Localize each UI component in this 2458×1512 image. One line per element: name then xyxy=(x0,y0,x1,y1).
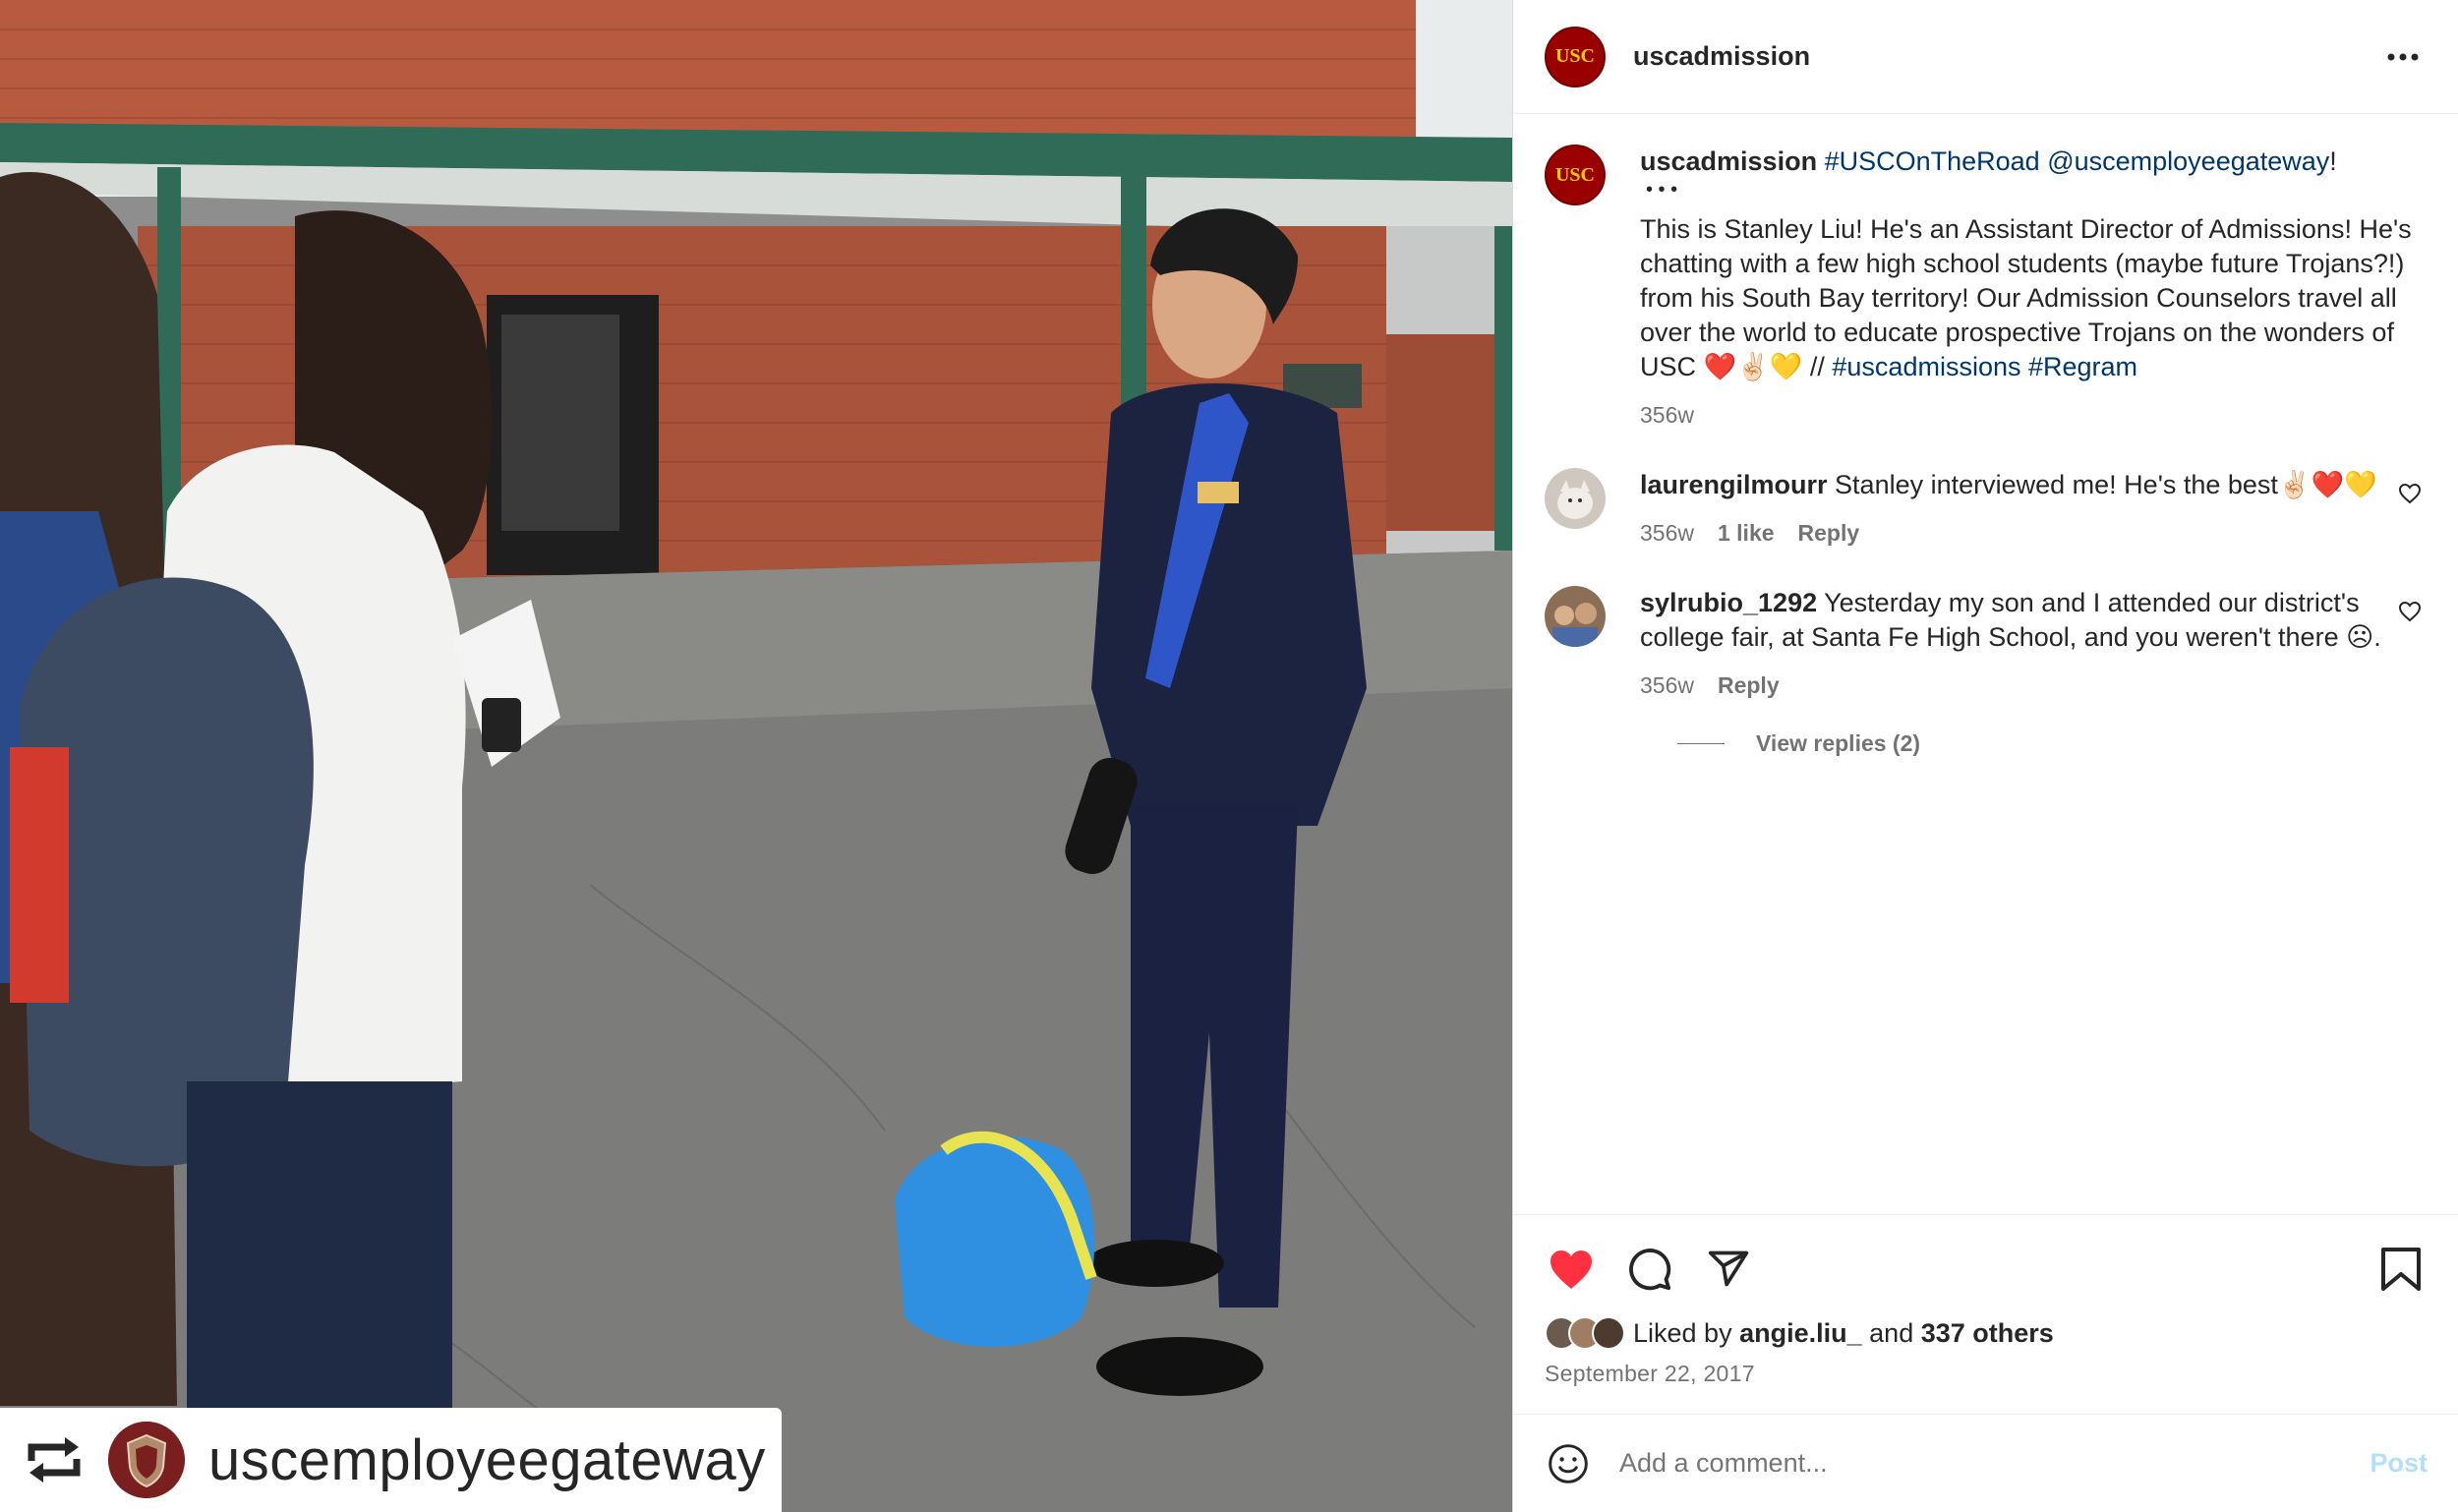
likes-summary[interactable]: Liked by angie.liu_ and 337 others xyxy=(1545,1309,2428,1357)
liked-by-and: and xyxy=(1869,1317,1914,1348)
regram-username: uscemployeegateway xyxy=(208,1427,766,1492)
caption-body: uscadmission #USCOnTheRoad @uscemployeeg… xyxy=(1640,145,2428,433)
comment: sylrubio_1292 Yesterday my son and I att… xyxy=(1545,586,2428,703)
more-options-icon[interactable] xyxy=(2379,33,2427,81)
post-photo[interactable]: uscemployeegateway xyxy=(0,0,1512,1512)
regram-attribution[interactable]: uscemployeegateway xyxy=(0,1408,782,1512)
caption-avatar[interactable]: USC xyxy=(1545,145,1606,205)
liked-by-user[interactable]: angie.liu_ xyxy=(1739,1318,1862,1349)
comment-likes[interactable]: 1 like xyxy=(1718,516,1775,551)
action-row xyxy=(1545,1215,2428,1309)
replies-divider xyxy=(1677,743,1725,744)
comment: laurengilmourr Stanley interviewed me! H… xyxy=(1545,468,2428,551)
regram-avatar xyxy=(108,1422,185,1498)
commenter-avatar[interactable] xyxy=(1545,468,1606,529)
like-comment-heart-icon[interactable] xyxy=(2392,476,2428,511)
post-comment-button[interactable]: Post xyxy=(2370,1448,2428,1479)
post-header: USC uscadmission xyxy=(1513,0,2458,114)
hashtag-regram[interactable]: #Regram xyxy=(2028,352,2137,381)
caption-dots: • • • xyxy=(1646,179,1678,201)
reply-button[interactable]: Reply xyxy=(1718,669,1780,703)
account-avatar[interactable]: USC xyxy=(1545,26,1606,87)
post-details-panel: USC uscadmission USC uscadmission #USCOn… xyxy=(1512,0,2458,1512)
comment-text: Stanley interviewed me! He's the best✌🏻❤… xyxy=(1835,470,2377,499)
caption-avatar-text: USC xyxy=(1554,163,1595,186)
commenter-avatar[interactable] xyxy=(1545,586,1606,647)
bookmark-icon[interactable] xyxy=(2374,1243,2428,1296)
comment-body: laurengilmourr Stanley interviewed me! H… xyxy=(1640,468,2392,551)
comment-age: 356w xyxy=(1640,520,1694,546)
caption-age: 356w xyxy=(1640,402,1694,428)
caption-meta: 356w xyxy=(1640,398,2428,433)
liked-by-others[interactable]: 337 others xyxy=(1921,1318,2054,1349)
post-actions: Liked by angie.liu_ and 337 others Septe… xyxy=(1513,1214,2458,1421)
comment-icon[interactable] xyxy=(1623,1243,1676,1296)
caption: USC uscadmission #USCOnTheRoad @uscemplo… xyxy=(1545,145,2428,433)
comment-meta: 356w 1 like Reply xyxy=(1640,516,2392,551)
repost-icon xyxy=(24,1429,85,1490)
liker-avatar xyxy=(1592,1316,1625,1350)
avatar-text: USC xyxy=(1554,45,1595,67)
add-comment-bar: Post xyxy=(1513,1414,2458,1512)
hashtag-usconroad[interactable]: #USCOnTheRoad xyxy=(1825,146,2040,176)
comment-age: 356w xyxy=(1640,672,1694,698)
caption-excl: ! xyxy=(2329,146,2337,176)
mention-uscemployeegateway[interactable]: @uscemployeegateway xyxy=(2047,146,2329,176)
comment-body: sylrubio_1292 Yesterday my son and I att… xyxy=(1640,586,2392,703)
view-replies-button[interactable]: View replies (2) xyxy=(1677,730,2428,757)
liker-avatars xyxy=(1545,1316,1625,1350)
reply-button[interactable]: Reply xyxy=(1798,516,1860,551)
photo-scene xyxy=(0,0,1512,1512)
like-comment-heart-icon[interactable] xyxy=(2392,594,2428,629)
liked-by-prefix: Liked by xyxy=(1633,1317,1732,1348)
emoji-icon[interactable] xyxy=(1545,1440,1592,1487)
post-date: September 22, 2017 xyxy=(1545,1361,1755,1386)
account-username[interactable]: uscadmission xyxy=(1633,41,2379,72)
comment-username[interactable]: laurengilmourr xyxy=(1640,470,1828,499)
hashtag-uscadmissions[interactable]: #uscadmissions xyxy=(1832,352,2020,381)
view-replies-label: View replies (2) xyxy=(1756,730,1921,756)
comment-input[interactable] xyxy=(1619,1448,2370,1479)
caption-text: This is Stanley Liu! He's an Assistant D… xyxy=(1640,214,2412,381)
share-icon[interactable] xyxy=(1702,1243,1755,1296)
caption-username[interactable]: uscadmission xyxy=(1640,146,1817,176)
comment-meta: 356w Reply xyxy=(1640,669,2392,703)
comment-username[interactable]: sylrubio_1292 xyxy=(1640,588,1817,617)
like-heart-icon[interactable] xyxy=(1545,1243,1598,1296)
comments-section[interactable]: USC uscadmission #USCOnTheRoad @uscemplo… xyxy=(1513,115,2458,1214)
